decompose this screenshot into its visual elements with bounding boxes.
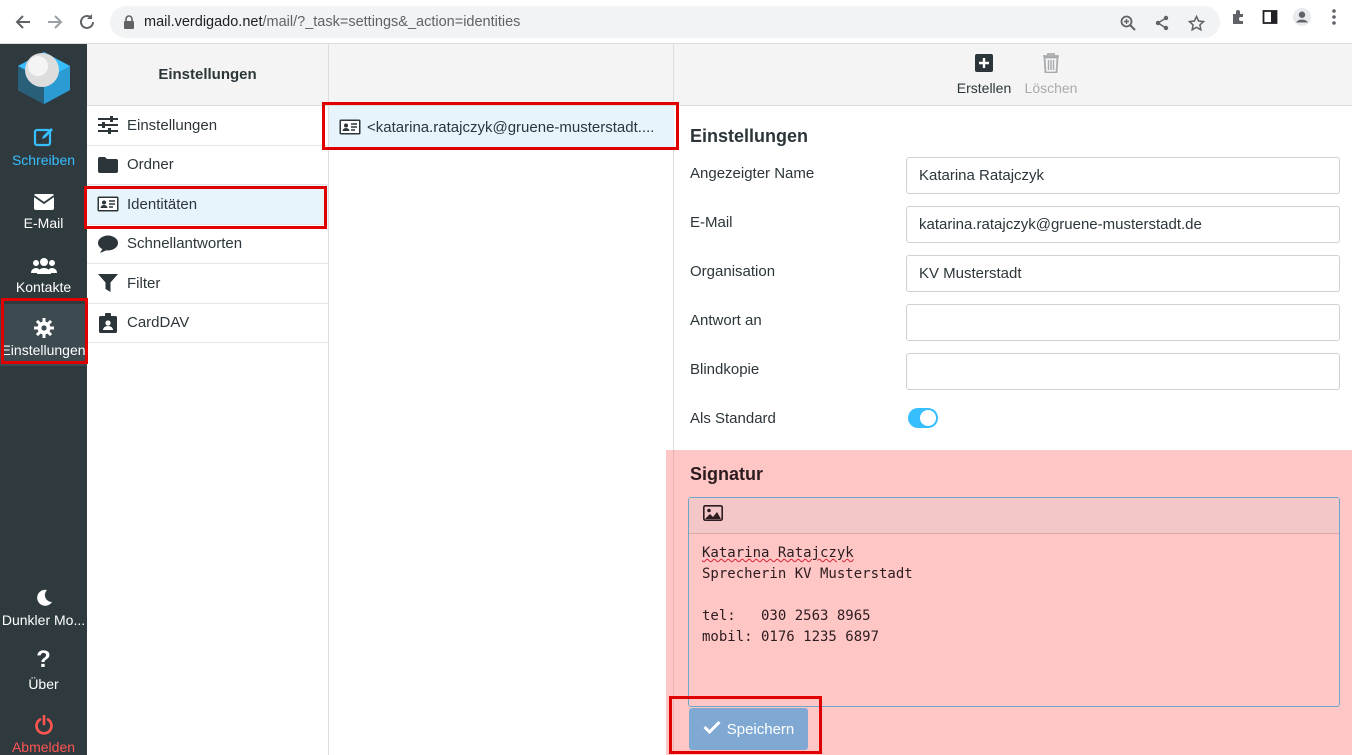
- reload-icon[interactable]: [72, 7, 102, 37]
- question-icon: ?: [36, 646, 51, 673]
- filter-icon: [97, 273, 119, 293]
- plus-square-icon: [954, 52, 1014, 74]
- nav-contacts-label: Kontakte: [15, 279, 72, 295]
- settings-list-header: Einstellungen: [87, 44, 328, 106]
- create-button-label: Erstellen: [956, 80, 1012, 96]
- nav-contacts[interactable]: Kontakte: [0, 241, 87, 303]
- delete-button[interactable]: Löschen: [1021, 52, 1081, 96]
- profile-avatar-icon[interactable]: [1292, 7, 1312, 27]
- envelope-icon: [0, 185, 87, 211]
- display-name-input[interactable]: Katarina Ratajczyk: [906, 157, 1340, 194]
- reply-to-label: Antwort an: [690, 312, 762, 329]
- signature-line-role: Sprecherin KV Musterstadt: [702, 566, 913, 582]
- gear-icon: [0, 312, 87, 338]
- settings-list-panel: Einstellungen Einstellungen Ordner Ident…: [87, 44, 329, 755]
- identities-list-header: [329, 44, 673, 106]
- moon-icon: [0, 582, 87, 608]
- display-name-label: Angezeigter Name: [690, 165, 815, 182]
- settings-item-carddav[interactable]: CardDAV: [87, 304, 328, 343]
- toggle-knob: [920, 410, 936, 426]
- compose-icon: [0, 122, 87, 148]
- settings-item-label: Einstellungen: [127, 116, 218, 134]
- power-icon: [0, 709, 87, 735]
- lock-icon: [124, 15, 134, 29]
- nav-settings[interactable]: Einstellungen: [0, 304, 87, 366]
- id-card-icon: [339, 119, 361, 135]
- nav-settings-label: Einstellungen: [1, 342, 86, 358]
- nav-dark-mode[interactable]: Dunkler Mo...: [0, 574, 87, 636]
- bcc-input[interactable]: [906, 353, 1340, 390]
- signature-editor[interactable]: Katarina Ratajczyk Sprecherin KV Musters…: [688, 497, 1340, 707]
- bcc-label: Blindkopie: [690, 361, 760, 378]
- forward-icon[interactable]: [40, 7, 70, 37]
- email-input[interactable]: katarina.ratajczyk@gruene-musterstadt.de: [906, 206, 1340, 243]
- nav-logout-label: Abmelden: [11, 739, 76, 755]
- main-sidebar: Schreiben E-Mail Kontakte Einstellungen …: [0, 44, 87, 755]
- signature-line-tel: tel: 030 2563 8965: [702, 608, 871, 624]
- image-icon[interactable]: [703, 505, 723, 526]
- identities-list-panel: <katarina.ratajczyk@gruene-musterstadt..…: [329, 44, 674, 755]
- url-host: mail.verdigado.net: [144, 14, 263, 30]
- url-path: /mail/?_task=settings&_action=identities: [262, 14, 521, 30]
- share-icon[interactable]: [1152, 13, 1172, 33]
- content-toolbar: Erstellen Löschen: [674, 44, 1352, 106]
- signature-text[interactable]: Katarina Ratajczyk Sprecherin KV Musters…: [689, 534, 1339, 657]
- signature-line-mobile: mobil: 0176 1235 6897: [702, 629, 880, 645]
- id-card-icon: [97, 194, 119, 214]
- comment-icon: [97, 234, 119, 254]
- nav-about-label: Über: [28, 676, 59, 692]
- address-book-icon: [97, 312, 119, 333]
- settings-item-identities[interactable]: Identitäten: [87, 185, 328, 225]
- nav-compose[interactable]: Schreiben: [0, 114, 87, 176]
- browser-toolbar: mail.verdigado.net/mail/?_task=settings&…: [0, 0, 1352, 44]
- settings-item-filter[interactable]: Filter: [87, 264, 328, 304]
- delete-button-label: Löschen: [1024, 80, 1078, 96]
- checkmark-icon: [703, 720, 721, 738]
- create-button[interactable]: Erstellen: [954, 52, 1014, 96]
- organization-label: Organisation: [690, 263, 776, 280]
- zoom-icon[interactable]: [1118, 13, 1138, 33]
- star-icon[interactable]: [1186, 13, 1206, 33]
- nav-about[interactable]: ? Über: [0, 638, 87, 700]
- reply-to-input[interactable]: [906, 304, 1340, 341]
- email-label: E-Mail: [690, 214, 733, 231]
- settings-item-label: CardDAV: [127, 314, 190, 332]
- users-icon: [0, 249, 87, 275]
- default-label: Als Standard: [690, 410, 776, 427]
- signature-line-name: Katarina Ratajczyk: [702, 545, 854, 561]
- signature-title: Signatur: [690, 464, 764, 484]
- editor-toolbar: [689, 498, 1339, 534]
- back-icon[interactable]: [8, 7, 38, 37]
- nav-logout[interactable]: Abmelden: [0, 701, 87, 755]
- nav-compose-label: Schreiben: [11, 152, 76, 168]
- nav-dark-mode-label: Dunkler Mo...: [1, 612, 86, 628]
- folder-icon: [97, 155, 119, 175]
- settings-item-label: Filter: [127, 274, 161, 292]
- sidepanel-icon[interactable]: [1260, 7, 1280, 27]
- settings-item-label: Ordner: [127, 156, 174, 174]
- organization-input[interactable]: KV Musterstadt: [906, 255, 1340, 292]
- address-bar[interactable]: mail.verdigado.net/mail/?_task=settings&…: [110, 6, 1220, 38]
- nav-mail-label: E-Mail: [23, 215, 64, 231]
- identity-list-item-label: <katarina.ratajczyk@gruene-musterstadt..…: [367, 118, 655, 136]
- settings-item-preferences[interactable]: Einstellungen: [87, 106, 328, 146]
- app-logo: [14, 48, 74, 106]
- trash-icon: [1021, 52, 1081, 74]
- save-button[interactable]: Speichern: [689, 708, 808, 750]
- settings-item-label: Schnellantworten: [127, 235, 243, 253]
- nav-mail[interactable]: E-Mail: [0, 177, 87, 239]
- identity-list-item[interactable]: <katarina.ratajczyk@gruene-musterstadt..…: [329, 106, 674, 148]
- settings-item-folders[interactable]: Ordner: [87, 146, 328, 185]
- save-button-label: Speichern: [726, 720, 795, 738]
- settings-item-responses[interactable]: Schnellantworten: [87, 225, 328, 264]
- default-toggle[interactable]: [908, 408, 938, 428]
- settings-item-label: Identitäten: [127, 195, 198, 213]
- settings-section-title: Einstellungen: [690, 126, 809, 146]
- menu-kebab-icon[interactable]: [1324, 7, 1344, 27]
- sliders-icon: [97, 115, 119, 135]
- extensions-icon[interactable]: [1228, 7, 1248, 27]
